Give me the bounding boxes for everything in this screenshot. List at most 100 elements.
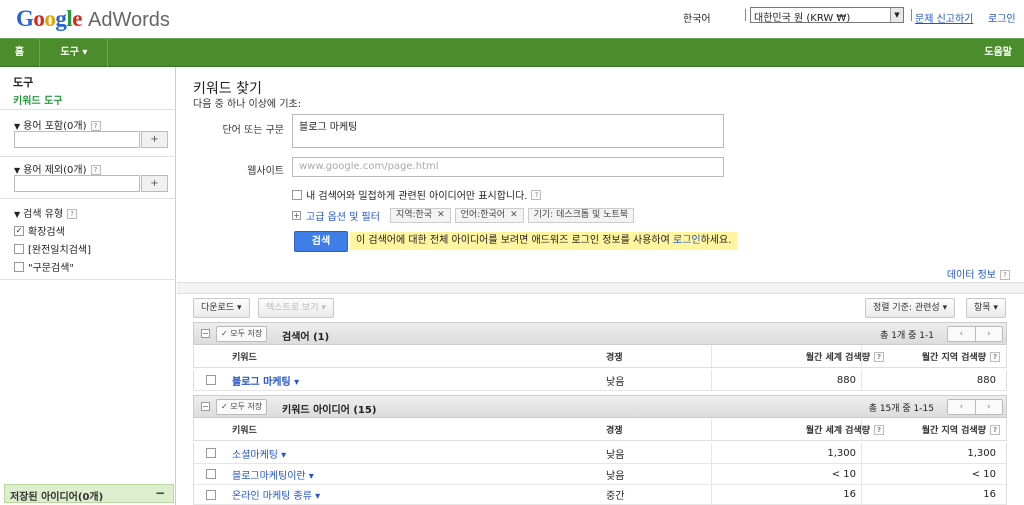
include-add-button[interactable]: +	[141, 131, 168, 148]
saved-ideas-panel[interactable]: 저장된 아이디어(0개) −	[4, 484, 174, 503]
result-count: 총 15개 중 1-15	[868, 404, 934, 414]
col-local[interactable]: 월간 지역 검색량?	[874, 419, 1000, 440]
expand-icon[interactable]: +	[292, 210, 301, 220]
currency-select[interactable]: 대한민국 원 (KRW ₩) ▼	[750, 7, 904, 24]
collapse-icon[interactable]: −	[201, 329, 210, 338]
keyword-link[interactable]: 온라인 마케팅 종류 ▾	[232, 485, 320, 504]
login-link[interactable]: 로그인	[988, 10, 1016, 25]
column-divider	[711, 485, 712, 504]
adwords-logo[interactable]: Google AdWords	[16, 6, 170, 32]
checkbox[interactable]	[206, 489, 216, 500]
group-title: 검색어 (1)	[282, 332, 330, 343]
keyword-link[interactable]: 블로그마케팅이란 ▾	[232, 464, 314, 484]
exclude-terms-input[interactable]	[14, 175, 140, 192]
top-bar: Google AdWords 한국어 대한민국 원 (KRW ₩) ▼ 문제 신…	[0, 0, 1024, 38]
row-checkbox[interactable]	[206, 443, 220, 463]
help-icon[interactable]: ?	[1000, 270, 1010, 280]
match-broad[interactable]: ✓ 확장검색	[14, 223, 65, 238]
keyword-link[interactable]: 블로그 마케팅 ▾	[232, 370, 299, 390]
include-terms-toggle[interactable]: ▼ 용어 포함(0개)?	[14, 117, 101, 132]
advanced-options-link[interactable]: 고급 옵션 및 필터	[306, 208, 380, 223]
match-phrase[interactable]: "구문검색"	[14, 259, 74, 274]
nav-tools[interactable]: 도구 ▾	[41, 39, 108, 67]
col-keyword[interactable]: 키워드	[232, 419, 257, 440]
match-exact[interactable]: [완전일치검색]	[14, 241, 91, 256]
collapse-icon[interactable]: −	[155, 486, 165, 500]
language-link[interactable]: 한국어	[683, 10, 711, 25]
report-issue-link[interactable]: 문제 신고하기	[915, 10, 973, 25]
column-divider	[861, 370, 862, 390]
next-page-button[interactable]: ›	[976, 400, 1003, 414]
local-volume: < 10	[971, 468, 996, 480]
filter-chip-location[interactable]: 지역:한국 ✕	[389, 207, 451, 223]
checkbox[interactable]	[206, 448, 216, 458]
filter-chip-language[interactable]: 언어:한국어 ✕	[454, 207, 524, 223]
checkbox[interactable]	[206, 469, 216, 479]
chip-label: 지역:한국	[395, 209, 433, 220]
phrase-input[interactable]: 블로그 마케팅	[292, 114, 724, 148]
col-competition[interactable]: 경쟁	[606, 346, 623, 367]
next-page-button[interactable]: ›	[976, 327, 1003, 341]
close-icon[interactable]: ✕	[437, 210, 445, 220]
checkbox[interactable]	[14, 261, 24, 272]
only-related-label: 내 검색어와 밀접하게 관련된 아이디어만 표시합니다.	[306, 191, 528, 202]
table-row[interactable]: 온라인 마케팅 종류 ▾ 중간 16 16	[193, 485, 1007, 505]
exclude-add-button[interactable]: +	[141, 175, 168, 192]
login-notice: 이 검색어에 대한 전체 아이디어를 보려면 애드워즈 로그인 정보를 사용하여…	[350, 232, 738, 250]
exclude-terms-toggle[interactable]: ▼ 용어 제외(0개)?	[14, 161, 101, 176]
prev-page-button[interactable]: ‹	[948, 327, 976, 341]
col-global[interactable]: 월간 세계 검색량?	[724, 346, 884, 367]
prev-page-button[interactable]: ‹	[948, 400, 976, 414]
help-icon[interactable]: ?	[90, 121, 101, 131]
download-button[interactable]: 다운로드 ▾	[193, 298, 250, 318]
divider	[745, 9, 746, 21]
help-icon[interactable]: ?	[67, 209, 78, 219]
row-checkbox[interactable]	[206, 485, 220, 504]
checkbox[interactable]	[206, 375, 216, 385]
column-divider	[711, 346, 712, 367]
result-count: 총 1개 중 1-1	[880, 331, 934, 341]
table-row[interactable]: 소셜마케팅 ▾ 낮음 1,300 1,300	[193, 443, 1007, 464]
help-icon[interactable]: ?	[990, 351, 1000, 362]
keyword-link[interactable]: 소셜마케팅 ▾	[232, 443, 286, 463]
view-as-text-button[interactable]: 텍스트로 보기 ▾	[258, 298, 334, 318]
close-icon[interactable]: ✕	[510, 210, 518, 220]
data-info-link[interactable]: 데이터 정보?	[947, 266, 1010, 281]
row-checkbox[interactable]	[206, 370, 220, 390]
nav-help[interactable]: 도움말	[984, 39, 1012, 67]
row-checkbox[interactable]	[206, 464, 220, 484]
section-divider	[177, 282, 1024, 294]
website-input[interactable]: www.google.com/page.html	[292, 157, 724, 177]
col-local[interactable]: 월간 지역 검색량?	[874, 346, 1000, 367]
match-type-toggle[interactable]: ▼ 검색 유형?	[14, 205, 78, 220]
sort-button[interactable]: 정렬 기준: 관련성 ▾	[865, 298, 956, 318]
help-icon[interactable]: ?	[990, 424, 1000, 435]
table-row[interactable]: 블로그 마케팅 ▾ 낮음 880 880	[193, 370, 1007, 391]
table-row[interactable]: 블로그마케팅이란 ▾ 낮음 < 10 < 10	[193, 464, 1007, 485]
notice-login-link[interactable]: 로그인	[673, 235, 701, 246]
nav-home[interactable]: 홈	[0, 39, 40, 67]
competition-value: 중간	[606, 491, 625, 502]
only-related-option[interactable]: 내 검색어와 밀접하게 관련된 아이디어만 표시합니다. ?	[292, 187, 542, 202]
filter-chip-device[interactable]: 기기: 데스크톱 및 노트북	[527, 207, 635, 223]
help-icon[interactable]: ?	[531, 189, 542, 200]
save-all-button[interactable]: ✓ 모두 저장	[216, 399, 268, 415]
sidebar: 도구 키워드 도구 ▼ 용어 포함(0개)? + ▼ 용어 제외(0개)? + ▼ 검…	[0, 67, 176, 505]
local-volume: 880	[976, 374, 996, 386]
checkbox[interactable]	[14, 243, 24, 254]
col-keyword[interactable]: 키워드	[232, 346, 257, 367]
columns-button[interactable]: 항목 ▾	[966, 298, 1006, 318]
col-competition[interactable]: 경쟁	[606, 419, 623, 440]
collapse-icon[interactable]: −	[201, 402, 210, 411]
checkbox[interactable]	[292, 189, 302, 200]
search-button[interactable]: 검색	[294, 231, 348, 252]
sidebar-item-keyword-tool[interactable]: 키워드 도구	[13, 92, 62, 107]
save-all-button[interactable]: ✓ 모두 저장	[216, 326, 268, 342]
help-icon[interactable]: ?	[90, 165, 101, 175]
match-type-label: 검색 유형	[23, 209, 64, 220]
global-volume: 880	[836, 374, 856, 386]
checkbox-checked[interactable]: ✓	[14, 225, 24, 236]
column-divider	[861, 346, 862, 367]
include-terms-input[interactable]	[14, 131, 140, 148]
col-global[interactable]: 월간 세계 검색량?	[724, 419, 884, 440]
